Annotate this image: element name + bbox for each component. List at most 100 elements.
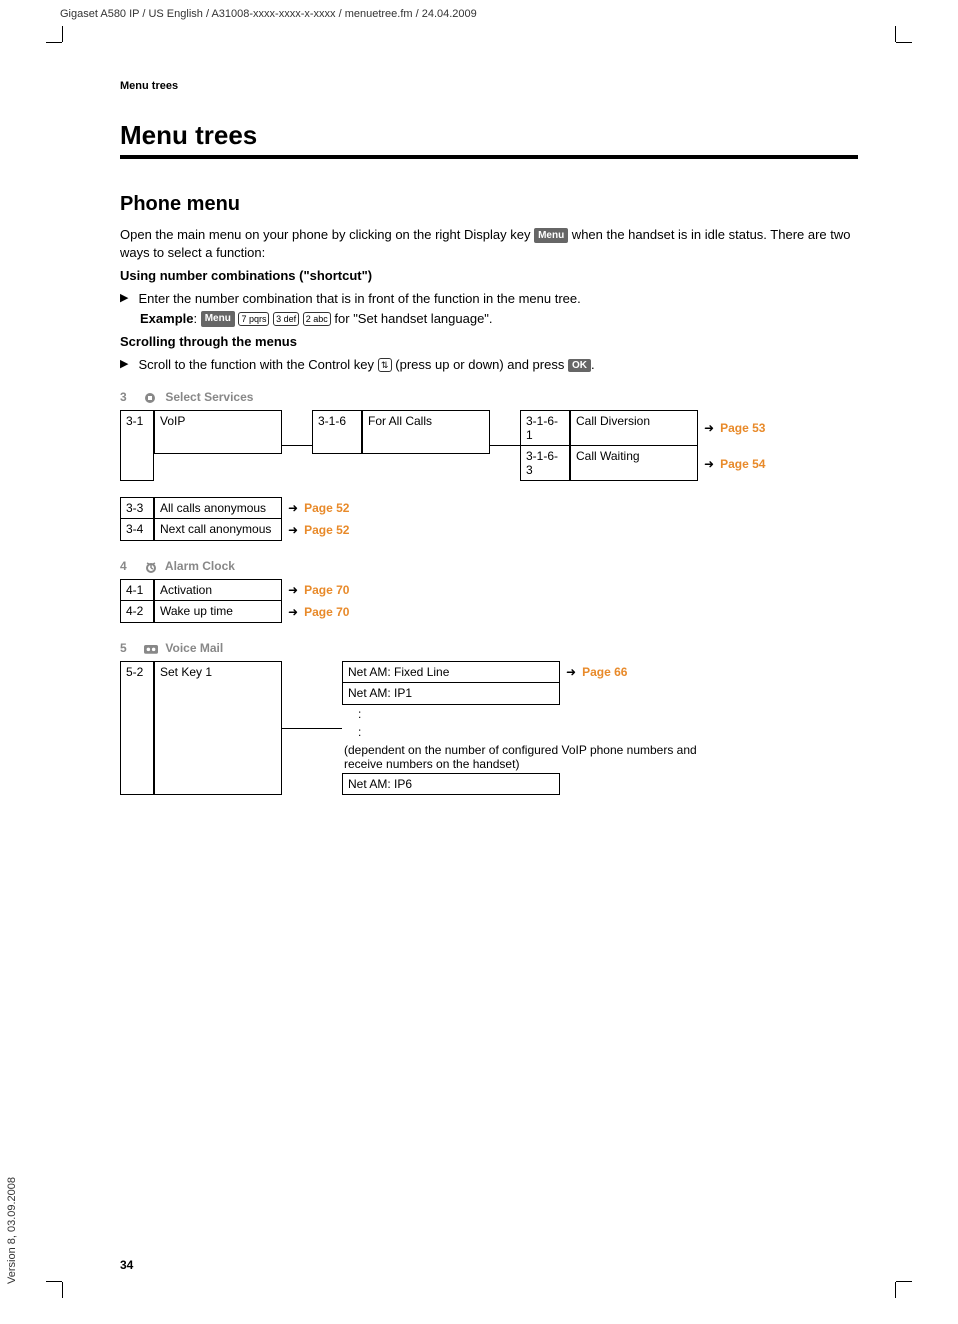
page-link[interactable]: Page 53 bbox=[720, 421, 765, 435]
ellipsis: : bbox=[344, 725, 662, 739]
page-link-row: ➜ Page 52 bbox=[282, 497, 349, 519]
menu-header: 3 Select Services bbox=[120, 390, 858, 404]
menu-key-badge: Menu bbox=[534, 228, 568, 244]
menu-number: 3 bbox=[120, 390, 127, 404]
menu-label: Wake up time bbox=[154, 601, 282, 623]
menu-index: 3-3 bbox=[120, 497, 154, 519]
crop-mark bbox=[46, 42, 62, 43]
shortcut-heading: Using number combinations ("shortcut") bbox=[120, 267, 858, 285]
crop-mark bbox=[895, 1282, 896, 1298]
arrow-icon: ➜ bbox=[288, 501, 298, 515]
scroll-part2: (press up or down) and press bbox=[392, 357, 568, 372]
key-2: 2 abc bbox=[303, 312, 331, 326]
control-key-icon: ⇅ bbox=[378, 358, 392, 372]
menu-label: Activation bbox=[154, 579, 282, 601]
menu-label: Net AM: Fixed Line bbox=[342, 661, 560, 683]
page-link-row: ➜ Page 52 bbox=[282, 519, 349, 541]
menu-row-4-1: 4-1 Activation ➜ Page 70 bbox=[120, 579, 858, 601]
intro-part1: Open the main menu on your phone by clic… bbox=[120, 227, 534, 242]
menu-section-3: 3 Select Services 3-1 VoIP 3-1-6 For All… bbox=[120, 390, 858, 541]
menu-header: 5 Voice Mail bbox=[120, 641, 858, 655]
menu-header: 4 Alarm Clock bbox=[120, 559, 858, 573]
sub-heading: Phone menu bbox=[120, 193, 858, 216]
menu-key-badge: Menu bbox=[201, 311, 235, 327]
arrow-icon: ➜ bbox=[704, 457, 714, 471]
page-link[interactable]: Page 52 bbox=[304, 501, 349, 515]
menu-title: Select Services bbox=[165, 390, 253, 404]
crop-mark bbox=[896, 1281, 912, 1282]
page-link[interactable]: Page 52 bbox=[304, 523, 349, 537]
menu-number: 5 bbox=[120, 641, 127, 655]
menu-label: Set Key 1 bbox=[154, 661, 282, 795]
menu-section-4: 4 Alarm Clock 4-1 Activation ➜ Page 70 4… bbox=[120, 559, 858, 623]
bullet-marker: ▶ bbox=[120, 357, 128, 373]
page-link-row: ➜ Page 70 bbox=[282, 579, 349, 601]
menu-index: 3-1-6-3 bbox=[520, 446, 570, 481]
menu-row-5-2: 5-2 Set Key 1 Net AM: Fixed Line ➜ Page … bbox=[120, 661, 858, 795]
menu-index: 5-2 bbox=[120, 661, 154, 795]
section-label: Menu trees bbox=[120, 80, 858, 92]
main-heading: Menu trees bbox=[120, 120, 858, 159]
page-link[interactable]: Page 66 bbox=[582, 665, 627, 679]
intro-text: Open the main menu on your phone by clic… bbox=[120, 226, 858, 261]
menu-title: Alarm Clock bbox=[165, 559, 235, 573]
tree-connector bbox=[490, 445, 520, 446]
menu-index: 4-1 bbox=[120, 579, 154, 601]
select-services-icon bbox=[144, 392, 158, 404]
menu-label: Next call anonymous bbox=[154, 519, 282, 541]
menu-label: All calls anonymous bbox=[154, 497, 282, 519]
key-7: 7 pqrs bbox=[238, 312, 269, 326]
page-link[interactable]: Page 70 bbox=[304, 605, 349, 619]
bullet-text: Enter the number combination that is in … bbox=[138, 291, 858, 306]
doc-header: Gigaset A580 IP / US English / A31008-xx… bbox=[60, 8, 898, 20]
menu-title: Voice Mail bbox=[165, 641, 223, 655]
key-3: 3 def bbox=[273, 312, 299, 326]
menu-index: 4-2 bbox=[120, 601, 154, 623]
menu-label: VoIP bbox=[154, 410, 282, 454]
arrow-icon: ➜ bbox=[288, 523, 298, 537]
crop-mark bbox=[895, 26, 896, 42]
scroll-heading: Scrolling through the menus bbox=[120, 333, 858, 351]
arrow-icon: ➜ bbox=[288, 583, 298, 597]
menu-number: 4 bbox=[120, 559, 127, 573]
ok-key-badge: OK bbox=[568, 359, 591, 372]
scroll-part3: . bbox=[591, 357, 595, 372]
menu-label: Net AM: IP1 bbox=[342, 683, 560, 705]
menu-label: Call Diversion bbox=[570, 410, 698, 446]
menu-index: 3-1-6 bbox=[312, 410, 362, 454]
crop-mark bbox=[46, 1281, 62, 1282]
version-text: Version 8, 03.09.2008 bbox=[6, 1177, 18, 1284]
menu-index: 3-1 bbox=[120, 410, 154, 481]
bullet-item: ▶ Scroll to the function with the Contro… bbox=[120, 357, 858, 373]
menu-label: Call Waiting bbox=[570, 446, 698, 481]
ellipsis: : bbox=[344, 707, 662, 721]
menu-index: 3-4 bbox=[120, 519, 154, 541]
menu-row-4-2: 4-2 Wake up time ➜ Page 70 bbox=[120, 601, 858, 623]
page-link[interactable]: Page 70 bbox=[304, 583, 349, 597]
menu-row-3-4: 3-4 Next call anonymous ➜ Page 52 bbox=[120, 519, 858, 541]
page-number: 34 bbox=[120, 1258, 133, 1272]
menu-index: 3-1-6-1 bbox=[520, 410, 570, 446]
page-link-row: ➜ Page 66 bbox=[560, 661, 627, 683]
menu-row-3-3: 3-3 All calls anonymous ➜ Page 52 bbox=[120, 497, 858, 519]
arrow-icon: ➜ bbox=[288, 605, 298, 619]
example-line: Example: Menu 7 pqrs 3 def 2 abc for "Se… bbox=[140, 310, 858, 328]
scroll-part1: Scroll to the function with the Control … bbox=[138, 357, 377, 372]
page-content: Menu trees Menu trees Phone menu Open th… bbox=[120, 80, 858, 795]
dependent-note: (dependent on the number of configured V… bbox=[344, 743, 724, 771]
page-link-row: ➜ Page 53 bbox=[698, 410, 765, 446]
page-link[interactable]: Page 54 bbox=[720, 457, 765, 471]
bullet-text: Scroll to the function with the Control … bbox=[138, 357, 858, 373]
tree-connector bbox=[282, 445, 312, 446]
example-tail: for "Set handset language". bbox=[334, 311, 492, 326]
crop-mark bbox=[62, 26, 63, 42]
bullet-marker: ▶ bbox=[120, 291, 128, 306]
voice-mail-icon bbox=[144, 643, 158, 655]
page-link-row: ➜ Page 70 bbox=[282, 601, 349, 623]
example-label: Example bbox=[140, 311, 193, 326]
crop-mark bbox=[896, 42, 912, 43]
menu-section-5: 5 Voice Mail 5-2 Set Key 1 Net AM: Fixed… bbox=[120, 641, 858, 795]
tree-connector bbox=[282, 728, 342, 729]
arrow-icon: ➜ bbox=[566, 665, 576, 679]
alarm-clock-icon bbox=[144, 561, 158, 573]
